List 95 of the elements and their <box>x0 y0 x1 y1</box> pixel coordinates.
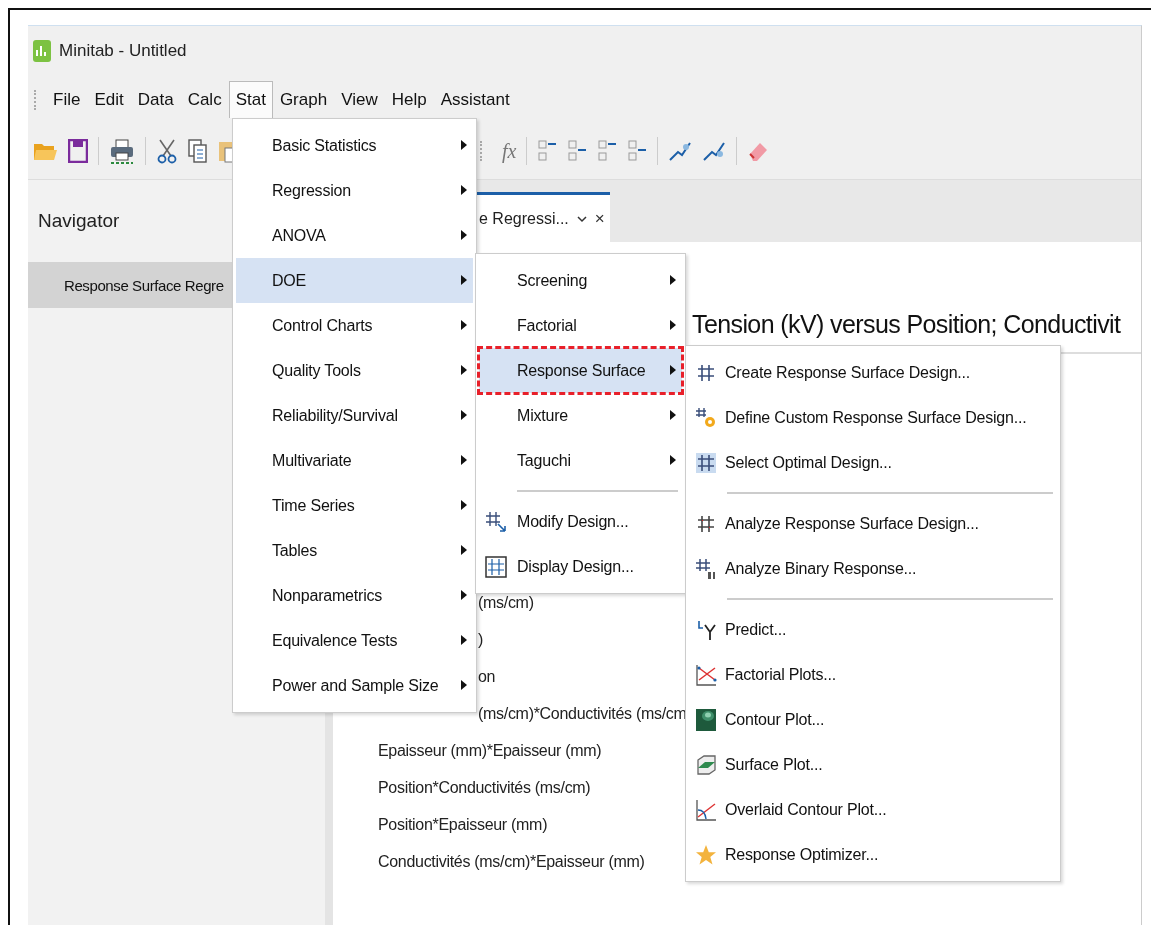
menu-item[interactable]: Display Design... <box>479 544 682 589</box>
menu-item[interactable]: File <box>46 81 88 118</box>
copy-icon[interactable] <box>188 138 208 164</box>
menu-item[interactable]: Quality Tools <box>236 348 473 393</box>
menu-item[interactable]: Select Optimal Design... <box>689 440 1057 485</box>
display-design-icon <box>485 556 507 578</box>
menu-item[interactable]: Calc <box>180 81 229 118</box>
menu-item[interactable]: Analyze Binary Response... <box>689 546 1057 591</box>
menu-item[interactable]: ANOVA <box>236 213 473 258</box>
grid-icon <box>695 452 717 474</box>
menu-item[interactable]: Factorial <box>479 303 682 348</box>
menu-item[interactable]: DOE <box>236 258 473 303</box>
line-plot-icon <box>695 664 717 686</box>
submenu-arrow-icon <box>461 275 467 285</box>
term-text: on <box>478 667 496 687</box>
app-logo-icon <box>33 40 51 62</box>
menu-item[interactable]: Contour Plot... <box>689 697 1057 742</box>
contour-plot-icon <box>695 708 717 732</box>
term-text: Epaisseur (mm)*Epaisseur (mm) <box>378 741 602 761</box>
submenu-arrow-icon <box>461 320 467 330</box>
menu-item[interactable]: Nonparametrics <box>236 573 473 618</box>
save-icon[interactable] <box>68 139 88 163</box>
menu-item[interactable]: View <box>334 81 385 118</box>
layout-icon[interactable] <box>537 138 558 164</box>
menu-item[interactable]: Stat <box>228 81 273 118</box>
submenu-arrow-icon <box>461 140 467 150</box>
submenu-arrow-icon <box>461 410 467 420</box>
menu-item[interactable]: Help <box>384 81 434 118</box>
menu-item[interactable]: Predict... <box>689 607 1057 652</box>
submenu-arrow-icon <box>461 365 467 375</box>
grid-icon <box>696 363 716 383</box>
menu-item[interactable]: Modify Design... <box>479 499 682 544</box>
submenu-arrow-icon <box>461 455 467 465</box>
menu-item[interactable]: Reliability/Survival <box>236 393 473 438</box>
submenu-arrow-icon <box>670 410 676 420</box>
grid-gear-icon <box>695 407 717 429</box>
menu-item[interactable]: Factorial Plots... <box>689 652 1057 697</box>
term-text: (ms/cm) <box>478 593 534 613</box>
menu-item[interactable]: Power and Sample Size <box>236 663 473 708</box>
menu-item[interactable]: Edit <box>87 81 131 118</box>
submenu-arrow-icon <box>461 500 467 510</box>
window-title: Minitab - Untitled <box>59 41 187 61</box>
submenu-arrow-icon <box>461 635 467 645</box>
term-text: ) <box>478 630 484 650</box>
close-button[interactable]: × <box>594 208 605 229</box>
formula-button[interactable]: fx <box>502 139 517 163</box>
menu-item[interactable]: Analyze Response Surface Design... <box>689 501 1057 546</box>
star-icon <box>695 844 717 866</box>
menu-item[interactable]: Graph <box>272 81 335 118</box>
menu-item[interactable]: Regression <box>236 168 473 213</box>
layout-icon[interactable] <box>597 138 618 164</box>
menu-item[interactable]: Response Surface <box>479 348 682 393</box>
tab-label: e Regressi... <box>479 209 569 228</box>
term-text: Conductivités (ms/cm)*Epaisseur (mm) <box>378 852 645 872</box>
submenu-arrow-icon <box>461 545 467 555</box>
submenu-arrow-icon <box>461 185 467 195</box>
submenu-arrow-icon <box>670 365 676 375</box>
arrow-y-icon <box>695 619 717 641</box>
menu-item[interactable]: Response Optimizer... <box>689 832 1057 877</box>
submenu-arrow-icon <box>670 455 676 465</box>
term-text: (ms/cm)*Conductivités (ms/cm <box>478 704 687 724</box>
menu-item[interactable]: Mixture <box>479 393 682 438</box>
surface-plot-icon <box>695 754 717 776</box>
print-icon[interactable] <box>109 138 135 164</box>
menu-item[interactable]: Create Response Surface Design... <box>689 350 1057 395</box>
grid-icon <box>696 514 716 534</box>
layout-icon[interactable] <box>567 138 588 164</box>
menu-item[interactable]: Assistant <box>433 81 517 118</box>
layout-icon[interactable] <box>627 138 648 164</box>
overlaid-contour-icon <box>695 799 717 821</box>
grid-icon <box>695 558 717 580</box>
menu-item[interactable]: Equivalence Tests <box>236 618 473 663</box>
submenu-arrow-icon <box>461 230 467 240</box>
submenu-arrow-icon <box>670 275 676 285</box>
menu-item[interactable]: Screening <box>479 258 682 303</box>
menu-item[interactable]: Basic Statistics <box>236 123 473 168</box>
panel-title: Navigator <box>38 210 120 232</box>
menu-item[interactable]: Tables <box>236 528 473 573</box>
menu-item[interactable]: Multivariate <box>236 438 473 483</box>
cut-icon[interactable] <box>156 138 178 164</box>
menu-item[interactable]: Taguchi <box>479 438 682 483</box>
submenu-arrow-icon <box>670 320 676 330</box>
menu-item[interactable]: Define Custom Response Surface Design... <box>689 395 1057 440</box>
menu-item[interactable]: Time Series <box>236 483 473 528</box>
output-tab[interactable]: e Regressi... × <box>475 192 610 242</box>
chevron-down-icon[interactable] <box>576 214 587 223</box>
term-text: Position*Epaisseur (mm) <box>378 815 548 835</box>
modify-design-icon <box>485 511 507 533</box>
submenu-arrow-icon <box>461 590 467 600</box>
output-title: Tension (kV) versus Position; Conductivit <box>692 310 1121 340</box>
submenu-arrow-icon <box>461 680 467 690</box>
menu-item[interactable]: Overlaid Contour Plot... <box>689 787 1057 832</box>
menu-item[interactable]: Surface Plot... <box>689 742 1057 787</box>
menu-item[interactable]: Data <box>130 81 181 118</box>
term-text: Position*Conductivités (ms/cm) <box>378 778 591 798</box>
